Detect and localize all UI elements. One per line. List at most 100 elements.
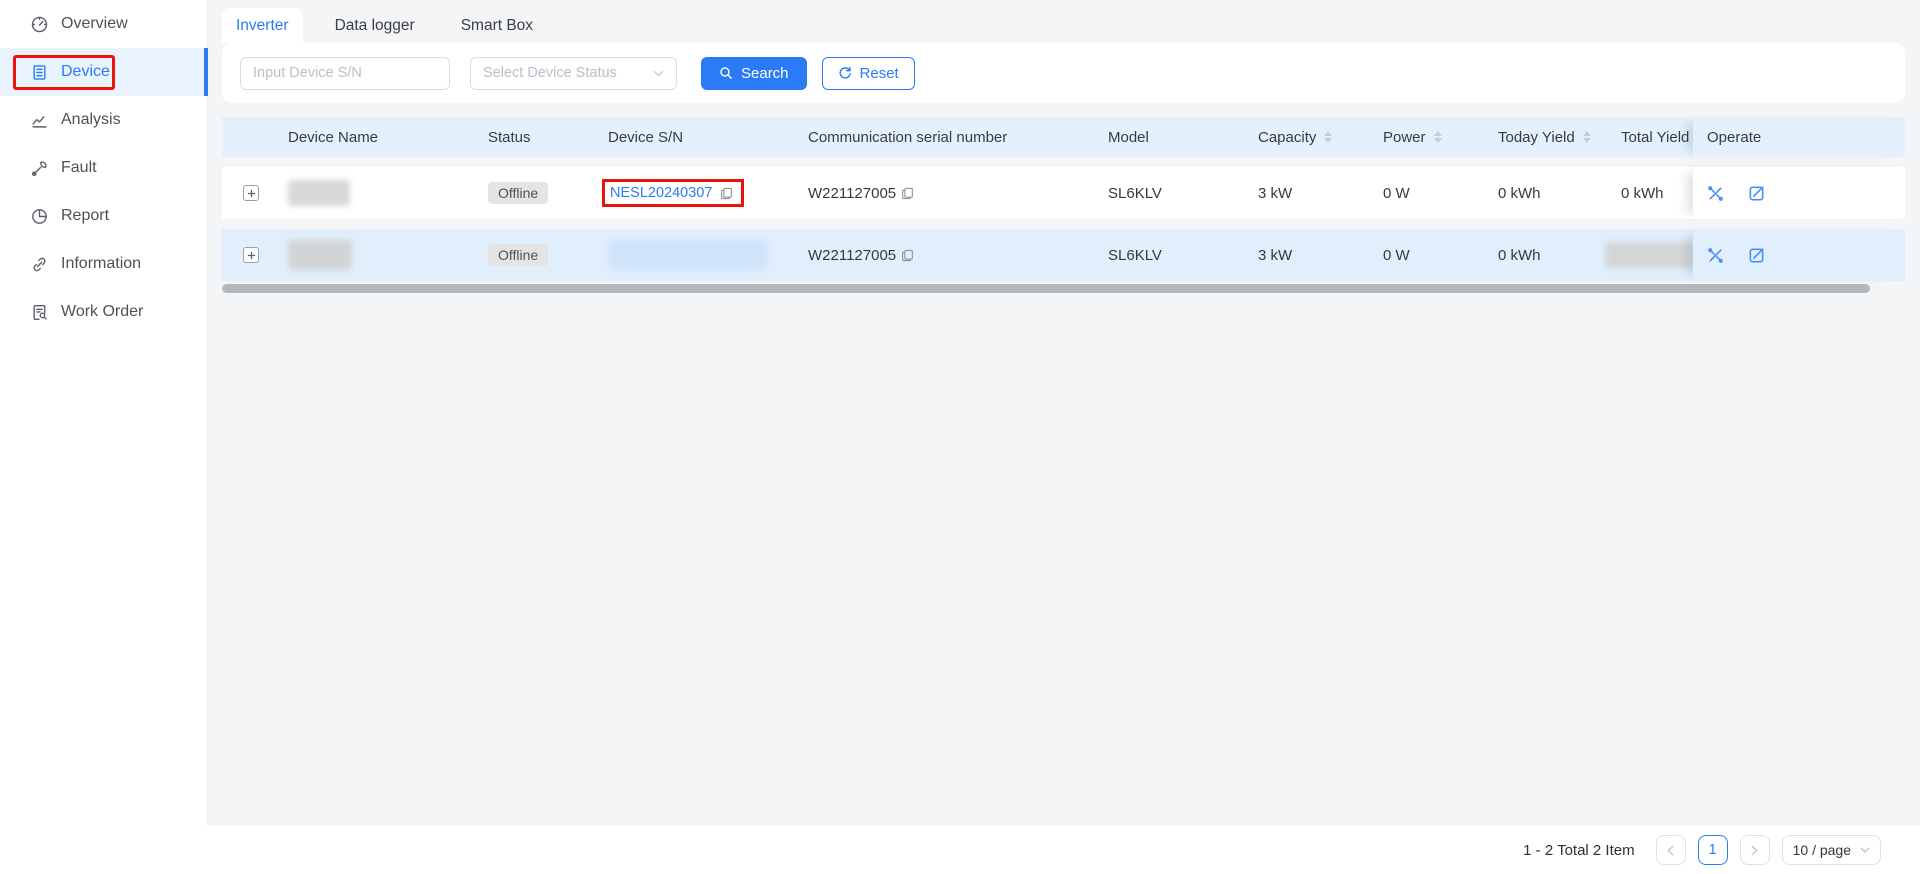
reset-icon (838, 66, 852, 80)
search-button[interactable]: Search (701, 57, 807, 90)
cell-operate (1693, 229, 1905, 281)
device-status-select[interactable]: Select Device Status (470, 57, 677, 90)
horizontal-scrollbar[interactable] (222, 284, 1870, 293)
cell-status: Offline (480, 167, 600, 219)
cell-power: 0 W (1375, 167, 1490, 219)
column-header-device-name: Device Name (280, 117, 480, 157)
redacted-device-name (288, 180, 350, 206)
cell-device-name (280, 229, 480, 281)
cell-device-name (280, 167, 480, 219)
column-header-power: Power (1375, 117, 1490, 157)
tab-bar: Inverter Data logger Smart Box (208, 0, 1920, 43)
search-icon (719, 66, 733, 80)
column-header-communication-sn: Communication serial number (800, 117, 1100, 157)
cell-operate (1693, 167, 1905, 219)
reset-button-label: Reset (860, 65, 899, 82)
column-header-operate: Operate (1693, 117, 1905, 157)
page-size-select[interactable]: 10 / page (1782, 835, 1881, 865)
expand-row-button[interactable] (243, 185, 259, 201)
copy-icon[interactable] (901, 187, 914, 200)
cell-power: 0 W (1375, 229, 1490, 281)
sidebar-item-device[interactable]: Device (0, 48, 207, 96)
plus-icon (247, 189, 256, 198)
device-sn-input[interactable] (240, 57, 450, 90)
tab-inverter[interactable]: Inverter (222, 8, 303, 43)
sidebar-item-label: Fault (61, 159, 97, 177)
search-button-label: Search (741, 65, 789, 82)
sidebar-item-fault[interactable]: Fault (0, 144, 207, 192)
pie-chart-icon (30, 207, 48, 225)
table-row: Offline NESL20240307 W221127005 SL6KLV 3… (222, 167, 1905, 219)
sidebar-item-overview[interactable]: Overview (0, 0, 207, 48)
sidebar-item-report[interactable]: Report (0, 192, 207, 240)
chevron-left-icon (1665, 845, 1676, 856)
cell-communication-sn: W221127005 (800, 229, 1100, 281)
cell-device-sn (600, 229, 800, 281)
cell-model: SL6KLV (1100, 167, 1250, 219)
sidebar-item-analysis[interactable]: Analysis (0, 96, 207, 144)
column-header-expand (222, 117, 280, 157)
redacted-total-yield (1605, 242, 1693, 268)
annotation-box: NESL20240307 (602, 179, 744, 207)
prev-page-button[interactable] (1656, 835, 1686, 865)
column-header-capacity: Capacity (1250, 117, 1375, 157)
chevron-down-icon (653, 70, 664, 77)
column-header-model: Model (1100, 117, 1250, 157)
tab-smart-box[interactable]: Smart Box (447, 8, 547, 43)
sidebar-item-label: Report (61, 207, 109, 225)
sort-icon[interactable] (1434, 131, 1442, 143)
sidebar-item-label: Analysis (61, 111, 121, 129)
cell-model: SL6KLV (1100, 229, 1250, 281)
cell-today-yield: 0 kWh (1490, 167, 1615, 219)
sidebar-item-information[interactable]: Information (0, 240, 207, 288)
reset-button[interactable]: Reset (822, 57, 915, 90)
redacted-device-name (288, 240, 352, 270)
sort-icon[interactable] (1324, 131, 1332, 143)
device-table: Device Name Status Device S/N Communicat… (222, 117, 1905, 293)
sidebar-item-work-order[interactable]: Work Order (0, 288, 207, 336)
edit-icon[interactable] (1748, 247, 1765, 264)
maintenance-icon[interactable] (1707, 247, 1724, 264)
copy-icon[interactable] (901, 249, 914, 262)
cell-capacity: 3 kW (1250, 229, 1375, 281)
next-page-button[interactable] (1740, 835, 1770, 865)
chevron-right-icon (1749, 845, 1760, 856)
column-header-device-sn: Device S/N (600, 117, 800, 157)
maintenance-icon[interactable] (1707, 185, 1724, 202)
cell-total-yield: 0 kWh (1615, 167, 1693, 219)
table-header-row: Device Name Status Device S/N Communicat… (222, 117, 1905, 157)
line-chart-icon (30, 111, 48, 129)
tab-data-logger[interactable]: Data logger (321, 8, 429, 43)
edit-icon[interactable] (1748, 185, 1765, 202)
expand-row-button[interactable] (243, 247, 259, 263)
filter-card: Select Device Status Search Reset (222, 43, 1905, 103)
pagination-footer: 1 - 2 Total 2 Item 1 10 / page (0, 826, 1920, 874)
table-row: Offline W221127005 SL6KLV 3 kW 0 W 0 kWh (222, 229, 1905, 281)
cell-communication-sn: W221127005 (800, 167, 1100, 219)
select-placeholder: Select Device Status (483, 65, 617, 81)
link-icon (30, 255, 48, 273)
device-sn-link[interactable]: NESL20240307 (610, 185, 712, 201)
column-header-status: Status (480, 117, 600, 157)
page-1-button[interactable]: 1 (1698, 835, 1728, 865)
copy-icon[interactable] (720, 187, 733, 200)
redacted-device-sn (608, 240, 768, 270)
active-indicator-bar (204, 48, 208, 96)
cell-device-sn: NESL20240307 (600, 167, 800, 219)
column-header-total-yield: Total Yield (1615, 117, 1693, 157)
main-content: Inverter Data logger Smart Box Select De… (208, 0, 1920, 826)
wrench-icon (30, 159, 48, 177)
sidebar-item-label: Overview (61, 15, 128, 33)
cell-capacity: 3 kW (1250, 167, 1375, 219)
sidebar-item-label: Information (61, 255, 141, 273)
page-size-label: 10 / page (1793, 842, 1851, 858)
status-badge: Offline (488, 182, 548, 204)
cell-today-yield: 0 kWh (1490, 229, 1615, 281)
cell-status: Offline (480, 229, 600, 281)
sort-icon[interactable] (1583, 131, 1591, 143)
document-search-icon (30, 303, 48, 321)
chevron-down-icon (1860, 847, 1870, 853)
sidebar-item-label: Device (61, 63, 110, 81)
plus-icon (247, 251, 256, 260)
cell-total-yield (1615, 229, 1693, 281)
